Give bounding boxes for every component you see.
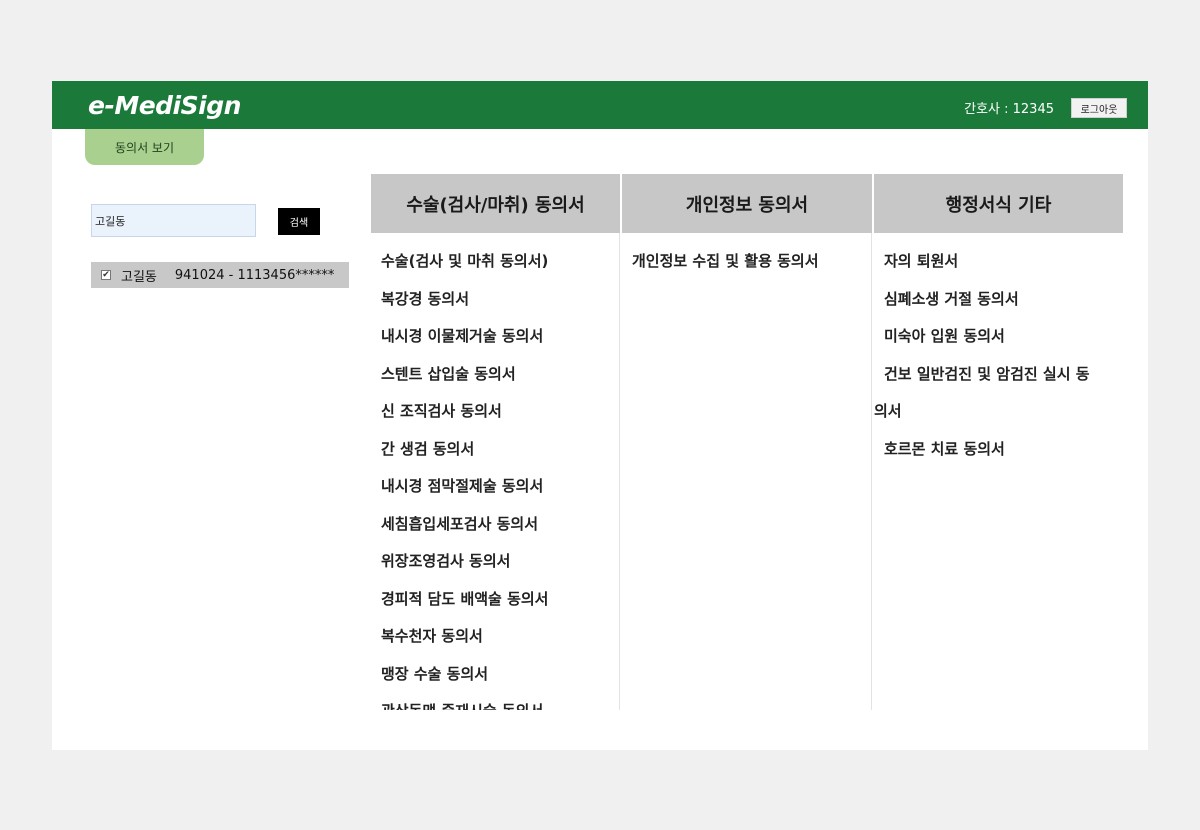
form-item[interactable]: 위장조영검사 동의서 xyxy=(381,543,619,581)
admin-form-list: 자의 퇴원서 심폐소생 거절 동의서 미숙아 입원 동의서 건보 일반검진 및 … xyxy=(874,233,1123,468)
form-item[interactable]: 자의 퇴원서 xyxy=(874,243,1123,281)
form-item[interactable]: 개인정보 수집 및 활용 동의서 xyxy=(632,243,871,281)
form-item[interactable]: 스텐트 삽입술 동의서 xyxy=(381,356,619,394)
form-item-line-2: 의서 xyxy=(874,402,902,420)
patient-list-item[interactable]: ✔ 고길동 941024 - 1113456****** xyxy=(91,262,349,288)
surgery-form-list: 수술(검사 및 마취 동의서) 복강경 동의서 내시경 이물제거술 동의서 스텐… xyxy=(371,233,619,710)
form-item[interactable]: 관상동맥 중재시술 동의서 xyxy=(381,693,619,710)
form-item[interactable]: 복강경 동의서 xyxy=(381,281,619,319)
form-item[interactable]: 세침흡입세포검사 동의서 xyxy=(381,506,619,544)
form-item[interactable]: 간 생검 동의서 xyxy=(381,431,619,469)
column-header-admin: 행정서식 기타 xyxy=(874,174,1123,233)
column-surgery: 수술(검사/마취) 동의서 수술(검사 및 마취 동의서) 복강경 동의서 내시… xyxy=(371,174,620,710)
form-item[interactable]: 호르몬 치료 동의서 xyxy=(874,431,1123,469)
patient-id: 941024 - 1113456****** xyxy=(174,267,335,283)
tab-view-consent[interactable]: 동의서 보기 xyxy=(85,129,204,165)
app-logo: e-MediSign xyxy=(88,91,241,120)
column-admin: 행정서식 기타 자의 퇴원서 심폐소생 거절 동의서 미숙아 입원 동의서 건보… xyxy=(874,174,1123,710)
form-item[interactable]: 미숙아 입원 동의서 xyxy=(874,318,1123,356)
app-window: e-MediSign 간호사 : 12345 로그아웃 동의서 보기 검색 ✔ … xyxy=(52,81,1148,750)
form-item[interactable]: 수술(검사 및 마취 동의서) xyxy=(381,243,619,281)
search-button[interactable]: 검색 xyxy=(278,208,320,235)
form-item[interactable]: 심폐소생 거절 동의서 xyxy=(874,281,1123,319)
logout-button[interactable]: 로그아웃 xyxy=(1071,98,1127,118)
privacy-form-list: 개인정보 수집 및 활용 동의서 xyxy=(622,233,871,281)
column-privacy: 개인정보 동의서 개인정보 수집 및 활용 동의서 xyxy=(622,174,872,710)
column-header-privacy: 개인정보 동의서 xyxy=(622,174,872,233)
patient-search-input[interactable] xyxy=(91,204,256,237)
form-item[interactable]: 경피적 담도 배액술 동의서 xyxy=(381,581,619,619)
column-header-surgery: 수술(검사/마취) 동의서 xyxy=(371,174,620,233)
patient-checkbox[interactable]: ✔ xyxy=(101,270,111,280)
form-item-wrapped[interactable]: 건보 일반검진 및 암검진 실시 동의서 xyxy=(874,356,1123,431)
patient-name: 고길동 xyxy=(121,269,157,285)
consent-form-columns: 수술(검사/마취) 동의서 수술(검사 및 마취 동의서) 복강경 동의서 내시… xyxy=(371,174,1123,710)
form-item[interactable]: 맹장 수술 동의서 xyxy=(381,656,619,694)
form-item[interactable]: 내시경 이물제거술 동의서 xyxy=(381,318,619,356)
form-item[interactable]: 복수천자 동의서 xyxy=(381,618,619,656)
top-bar: e-MediSign 간호사 : 12345 로그아웃 xyxy=(52,81,1148,129)
form-item[interactable]: 내시경 점막절제술 동의서 xyxy=(381,468,619,506)
user-info: 간호사 : 12345 xyxy=(964,102,1054,117)
form-item-line-1: 건보 일반검진 및 암검진 실시 동 xyxy=(884,364,1090,383)
form-item[interactable]: 신 조직검사 동의서 xyxy=(381,393,619,431)
